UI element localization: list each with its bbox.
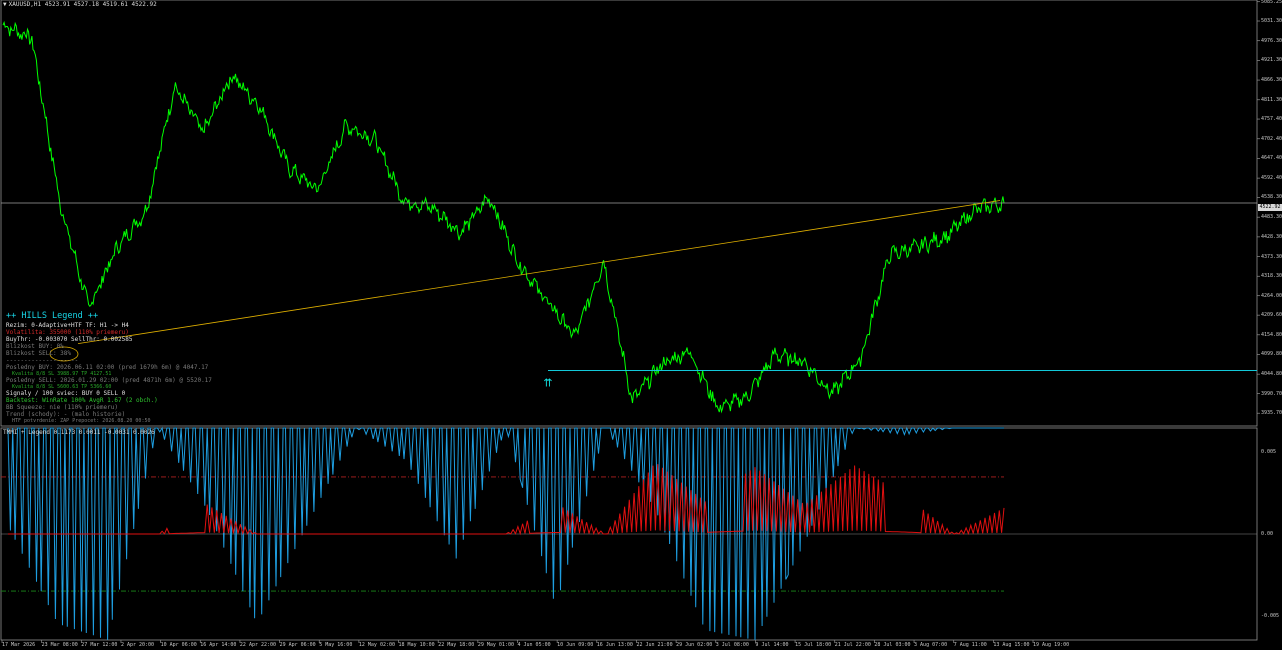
price-tick-label: 4538.30 — [1261, 194, 1282, 201]
time-tick-label: 28 Jul 03:00 — [874, 642, 911, 648]
time-tick-label: 5 May 16:00 — [319, 642, 353, 648]
price-tick-label: 4483.30 — [1261, 214, 1282, 221]
time-tick-label: 7 Aug 11:00 — [953, 642, 987, 648]
price-tick-label: 4757.40 — [1261, 116, 1282, 123]
time-tick-label: 19 Aug 19:00 — [1033, 642, 1070, 648]
symbol-header: ▼ XAUUSD,H1 4523.91 4527.18 4519.61 4522.… — [3, 1, 157, 8]
legend-line: Blizkost SELL: 38% — [6, 350, 72, 357]
ohlc-values: 4523.91 4527.18 4519.61 4522.92 — [44, 1, 157, 8]
osc-tick-label: 0.00 — [1261, 531, 1274, 537]
legend-line: BuyThr: -0.003070 SellThr: 0.002585 — [6, 336, 133, 343]
time-tick-label: 9 Jul 14:00 — [755, 642, 789, 648]
legend-line: Posledny SELL: 2026.01.29 02:00 (pred 48… — [6, 377, 212, 384]
price-tick-label: 4702.40 — [1261, 135, 1282, 142]
legend-line: HTF potvrdenie: ZAP Prepocet: 2026.08.20… — [12, 418, 151, 424]
price-tick-label: 4044.80 — [1261, 371, 1282, 378]
time-tick-label: 21 Jul 22:00 — [834, 642, 871, 648]
time-tick-label: 10 Apr 06:00 — [160, 642, 197, 648]
double-up-arrow-icon: ⇈ — [543, 377, 552, 390]
time-tick-label: 15 Jul 18:00 — [795, 642, 832, 648]
price-tick-label: 4373.30 — [1261, 253, 1282, 260]
indicator-header: TMMI + Legend 0.1173 0.0011 -0.0031 0.00… — [3, 429, 155, 436]
legend-title: ++ HILLS Legend ++ — [6, 311, 99, 321]
price-tick-label: 4264.00 — [1261, 292, 1282, 299]
time-tick-label: 3 Jul 08:00 — [715, 642, 749, 648]
price-tick-label: 4647.40 — [1261, 155, 1282, 162]
time-tick-label: 29 Apr 06:00 — [279, 642, 316, 648]
time-tick-label: 16 Apr 14:00 — [200, 642, 237, 648]
price-tick-label: 4099.80 — [1261, 351, 1282, 358]
time-tick-label: 23 Mar 08:00 — [41, 642, 78, 648]
osc-tick-label: -0.005 — [1261, 612, 1280, 619]
time-tick-label: 17 Mar 2026 — [2, 642, 36, 648]
chart-window[interactable]: ⇈ ▼ XAUUSD,H1 4523.91 4527.18 4519.61 452… — [0, 0, 1282, 650]
legend-line: Blizkost BUY: 0% — [6, 343, 64, 350]
price-tick-label: 4921.30 — [1261, 57, 1282, 64]
price-tick-label: 3935.70 — [1261, 410, 1282, 417]
time-tick-label: 4 Jun 05:00 — [517, 642, 551, 648]
price-tick-label: 4209.60 — [1261, 312, 1282, 319]
time-tick-label: 22 Jun 21:00 — [636, 642, 673, 648]
legend-line: Volatilita: 355000 (110% priemeru) — [6, 329, 129, 336]
price-tick-label: 4866.30 — [1261, 77, 1282, 84]
price-tick-label: 3990.70 — [1261, 390, 1282, 397]
legend-lines: Rezim: 0-Adaptive+HTF TF: H1 -> H4 Volati… — [6, 322, 212, 424]
current-price-tag: 4522.92 — [1258, 204, 1282, 211]
hills-legend: ++ HILLS Legend ++ Rezim: 0-Adaptive+HTF… — [6, 311, 212, 424]
time-tick-label: 12 May 02:00 — [358, 642, 395, 648]
time-tick-label: 27 Mar 12:00 — [81, 642, 118, 648]
price-tick-label: 5031.30 — [1261, 18, 1282, 24]
legend-line: Backtest: WinRate 100% AvgR 1.67 (2 obch… — [6, 397, 158, 404]
dropdown-arrow-icon[interactable]: ▼ — [3, 1, 7, 8]
legend-line: Posledny BUY: 2026.06.11 02:00 (pred 167… — [6, 364, 209, 371]
price-tick-label: 5085.25 — [1261, 0, 1282, 5]
price-tick-label: 4154.80 — [1261, 331, 1282, 338]
price-tick-label: 4976.30 — [1261, 37, 1282, 44]
price-tick-label: 4428.30 — [1261, 233, 1282, 240]
time-tick-label: 16 Jun 13:00 — [596, 642, 633, 648]
time-tick-label: 10 Jun 09:00 — [557, 642, 594, 648]
price-tick-label: 4811.30 — [1261, 96, 1282, 103]
time-tick-label: 3 Aug 07:00 — [914, 642, 948, 648]
time-tick-label: 13 Aug 15:00 — [993, 642, 1030, 648]
time-tick-label: 2 Apr 20:00 — [120, 642, 155, 648]
legend-line: Rezim: 0-Adaptive+HTF TF: H1 -> H4 — [6, 322, 129, 329]
osc-tick-label: 0.005 — [1261, 449, 1277, 456]
time-tick-label: 22 Apr 22:00 — [239, 642, 277, 648]
symbol-label: XAUUSD,H1 — [8, 1, 42, 8]
price-tick-label: 4318.30 — [1261, 273, 1282, 280]
legend-line: -------------------- — [6, 357, 79, 364]
legend-line: BB Squeeze: nie (110% priemeru) — [6, 404, 118, 411]
time-tick-label: 29 Jun 02:00 — [676, 642, 713, 648]
trendline — [77, 200, 1001, 345]
time-tick-label: 22 May 18:00 — [438, 642, 475, 648]
oscillator-positive-line — [8, 464, 1005, 536]
price-tick-label: 4592.40 — [1261, 175, 1282, 182]
time-tick-label: 18 May 10:00 — [398, 642, 435, 648]
time-tick-label: 29 May 01:00 — [477, 642, 514, 648]
legend-line: Signaly / 100 sviec: BUY 0 SELL 0 — [6, 390, 126, 397]
legend-line: Trend (schody): - (malo historie) — [6, 411, 126, 418]
